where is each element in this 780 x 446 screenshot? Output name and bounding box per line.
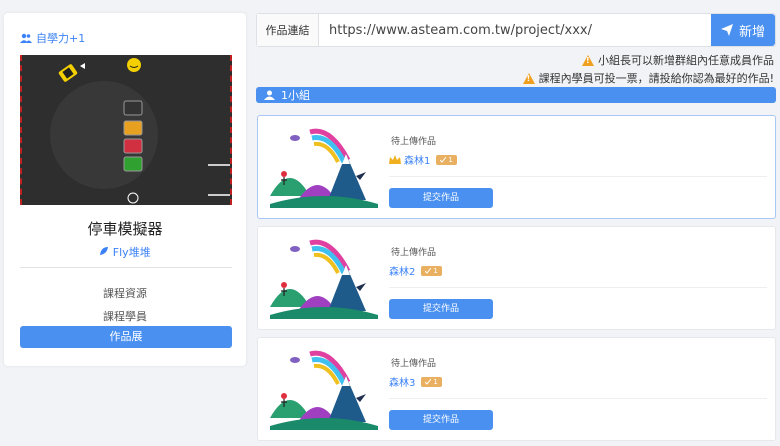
author-name: Fly堆堆 — [112, 246, 151, 259]
warning-icon — [582, 54, 594, 66]
work-card[interactable]: 待上傳作品 森林3 1 提交作品 — [257, 337, 776, 441]
work-card[interactable]: 待上傳作品 森林1 1 提交作品 — [257, 115, 776, 219]
member-name[interactable]: 森林2 1 — [389, 263, 442, 278]
submit-work-button[interactable]: 提交作品 — [389, 299, 493, 319]
course-members-link[interactable]: 課程學員 — [4, 308, 246, 324]
url-label: 作品連結 — [257, 14, 319, 46]
work-status: 待上傳作品 — [391, 359, 437, 369]
vote-note-text: 課程內學員可投一票，請投給你認為最好的作品! — [538, 72, 774, 85]
group-label: 1小組 — [281, 89, 310, 102]
leader-note-text: 小組長可以新增群組內任意成員作品 — [598, 54, 774, 67]
users-icon — [20, 33, 32, 43]
submit-work-button[interactable]: 提交作品 — [389, 410, 493, 430]
add-button[interactable]: 新增 — [711, 14, 775, 46]
course-resources-link[interactable]: 課程資源 — [4, 285, 246, 301]
placeholder-illustration — [270, 237, 378, 319]
member-name[interactable]: 森林3 1 — [389, 374, 442, 389]
project-url-bar: 作品連結 新增 — [256, 13, 776, 47]
placeholder-illustration — [270, 126, 378, 208]
warning-icon — [522, 72, 535, 84]
project-panel: 自學力+1 停車模擬器 Fly堆堆 課程資源 課程學員 作品展 — [4, 13, 246, 366]
check-icon — [440, 156, 447, 163]
submit-work-button[interactable]: 提交作品 — [389, 188, 493, 208]
member-name-label: 森林1 — [404, 156, 431, 167]
work-status: 待上傳作品 — [391, 248, 437, 258]
crown-icon — [389, 154, 401, 164]
divider — [20, 267, 232, 268]
project-thumbnail[interactable] — [20, 55, 232, 205]
send-icon — [720, 24, 733, 36]
vote-badge: 1 — [421, 376, 442, 387]
member-name[interactable]: 森林1 1 — [389, 152, 457, 167]
vote-badge: 1 — [436, 154, 457, 165]
vote-note: 課程內學員可投一票，請投給你認為最好的作品! — [522, 70, 774, 86]
gallery-button[interactable]: 作品展 — [20, 326, 232, 348]
project-author[interactable]: Fly堆堆 — [4, 244, 246, 260]
user-icon — [264, 90, 275, 100]
add-button-label: 新增 — [738, 24, 765, 40]
project-url-input[interactable] — [319, 14, 711, 46]
group-tag-label: 自學力+1 — [36, 32, 86, 45]
work-status: 待上傳作品 — [391, 137, 437, 147]
member-name-label: 森林3 — [389, 378, 416, 389]
vote-badge: 1 — [421, 265, 442, 276]
placeholder-illustration — [270, 348, 378, 430]
work-card[interactable]: 待上傳作品 森林2 1 提交作品 — [257, 226, 776, 330]
leader-note: 小組長可以新增群組內任意成員作品 — [582, 52, 774, 68]
divider — [389, 398, 767, 399]
divider — [389, 287, 767, 288]
check-icon — [425, 378, 432, 385]
check-icon — [425, 267, 432, 274]
group-header: 1小組 — [256, 87, 776, 103]
divider — [389, 176, 767, 177]
member-name-label: 森林2 — [389, 267, 416, 278]
group-tag[interactable]: 自學力+1 — [20, 30, 85, 46]
project-title: 停車模擬器 — [87, 220, 163, 238]
leaf-icon — [100, 247, 109, 255]
